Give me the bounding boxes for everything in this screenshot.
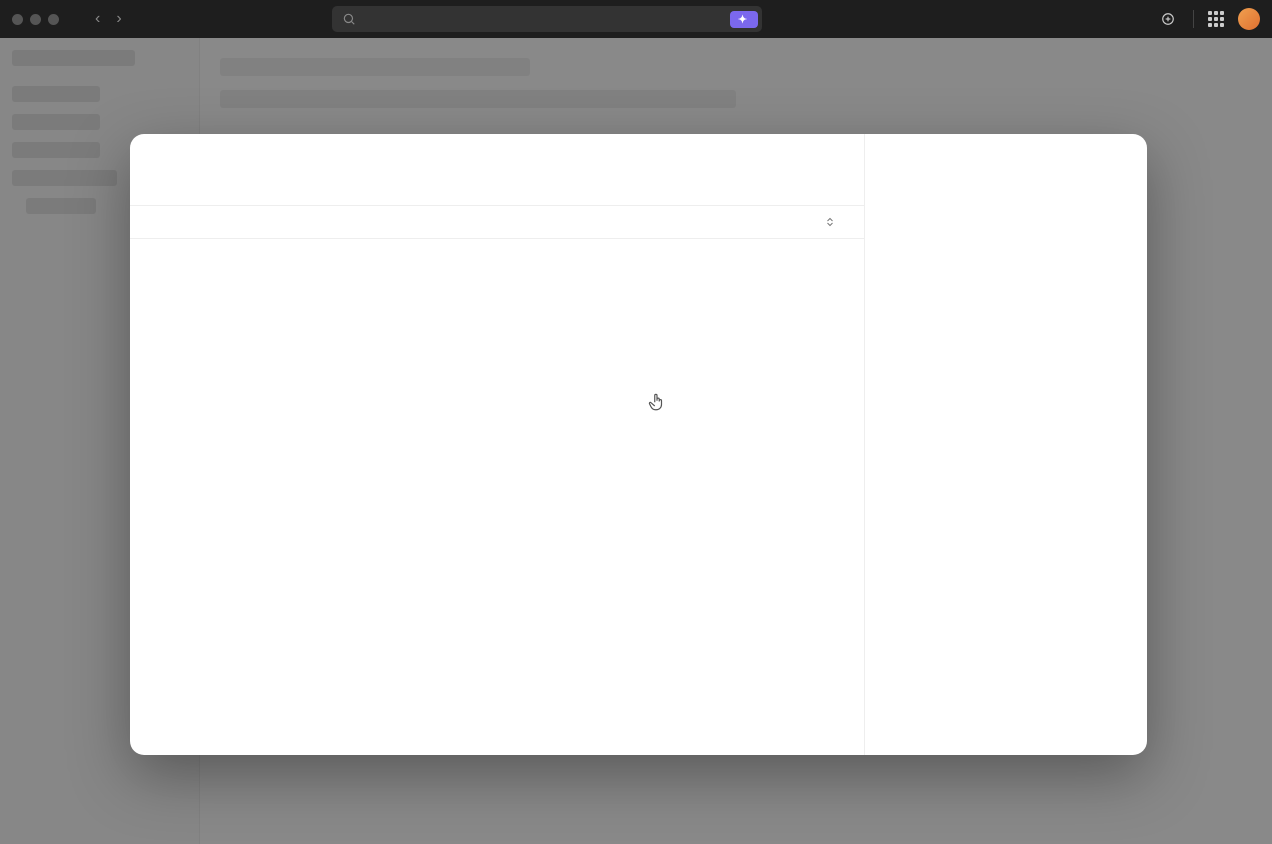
window-traffic-lights[interactable] xyxy=(12,14,59,25)
ai-chip[interactable]: ✦ xyxy=(730,11,758,28)
search-tabs xyxy=(130,193,864,205)
command-palette-modal xyxy=(130,134,1147,755)
back-button[interactable]: ‹ xyxy=(89,8,106,30)
apps-grid-icon[interactable] xyxy=(1208,11,1224,27)
command-search-input[interactable] xyxy=(152,154,842,181)
search-icon xyxy=(342,12,356,26)
search-results xyxy=(130,239,864,755)
plus-circle-icon xyxy=(1161,12,1175,26)
app-topbar: ‹ › ✦ xyxy=(0,0,1272,38)
sort-selector[interactable] xyxy=(824,216,842,228)
sort-icon xyxy=(824,216,836,228)
forward-button[interactable]: › xyxy=(110,8,127,30)
user-avatar[interactable] xyxy=(1238,8,1260,30)
new-button[interactable] xyxy=(1161,12,1179,26)
global-search[interactable]: ✦ xyxy=(332,6,762,32)
